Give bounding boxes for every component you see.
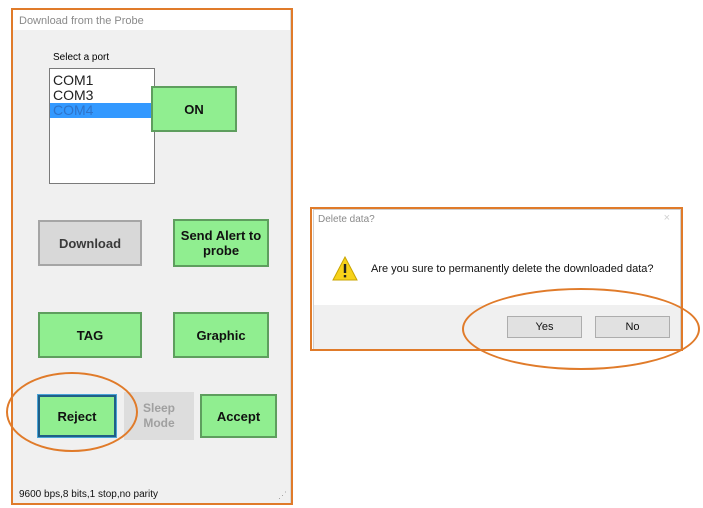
resize-grip-icon[interactable]: ⋰ xyxy=(278,490,287,501)
port-label: Select a port xyxy=(53,52,110,63)
yes-button[interactable]: Yes xyxy=(507,316,582,338)
graphic-button[interactable]: Graphic xyxy=(173,312,269,358)
download-window: Download from the Probe Select a port CO… xyxy=(12,9,291,504)
reject-button[interactable]: Reject xyxy=(37,394,117,438)
tag-button[interactable]: TAG xyxy=(38,312,142,358)
download-button[interactable]: Download xyxy=(38,220,142,266)
send-alert-button[interactable]: Send Alert to probe xyxy=(173,219,269,267)
status-text: 9600 bps,8 bits,1 stop,no parity xyxy=(19,489,158,500)
dialog-title: Delete data? xyxy=(318,214,375,225)
window-title: Download from the Probe xyxy=(13,10,290,30)
warning-icon xyxy=(332,256,358,281)
port-item-com3[interactable]: COM3 xyxy=(50,88,154,103)
port-item-com1[interactable]: COM1 xyxy=(50,73,154,88)
close-icon[interactable]: × xyxy=(664,212,670,224)
delete-dialog: Delete data? × Yes No xyxy=(313,209,681,350)
status-bar: 9600 bps,8 bits,1 stop,no parity ⋰ xyxy=(13,485,290,503)
port-listbox[interactable]: COM1 COM3 COM4 xyxy=(49,68,155,184)
sleep-mode-button[interactable]: Sleep Mode xyxy=(124,392,194,440)
port-item-com4[interactable]: COM4 xyxy=(50,103,154,118)
on-button[interactable]: ON xyxy=(151,86,237,132)
accept-button[interactable]: Accept xyxy=(200,394,277,438)
dialog-message: Are you sure to permanently delete the d… xyxy=(371,263,654,275)
no-button[interactable]: No xyxy=(595,316,670,338)
